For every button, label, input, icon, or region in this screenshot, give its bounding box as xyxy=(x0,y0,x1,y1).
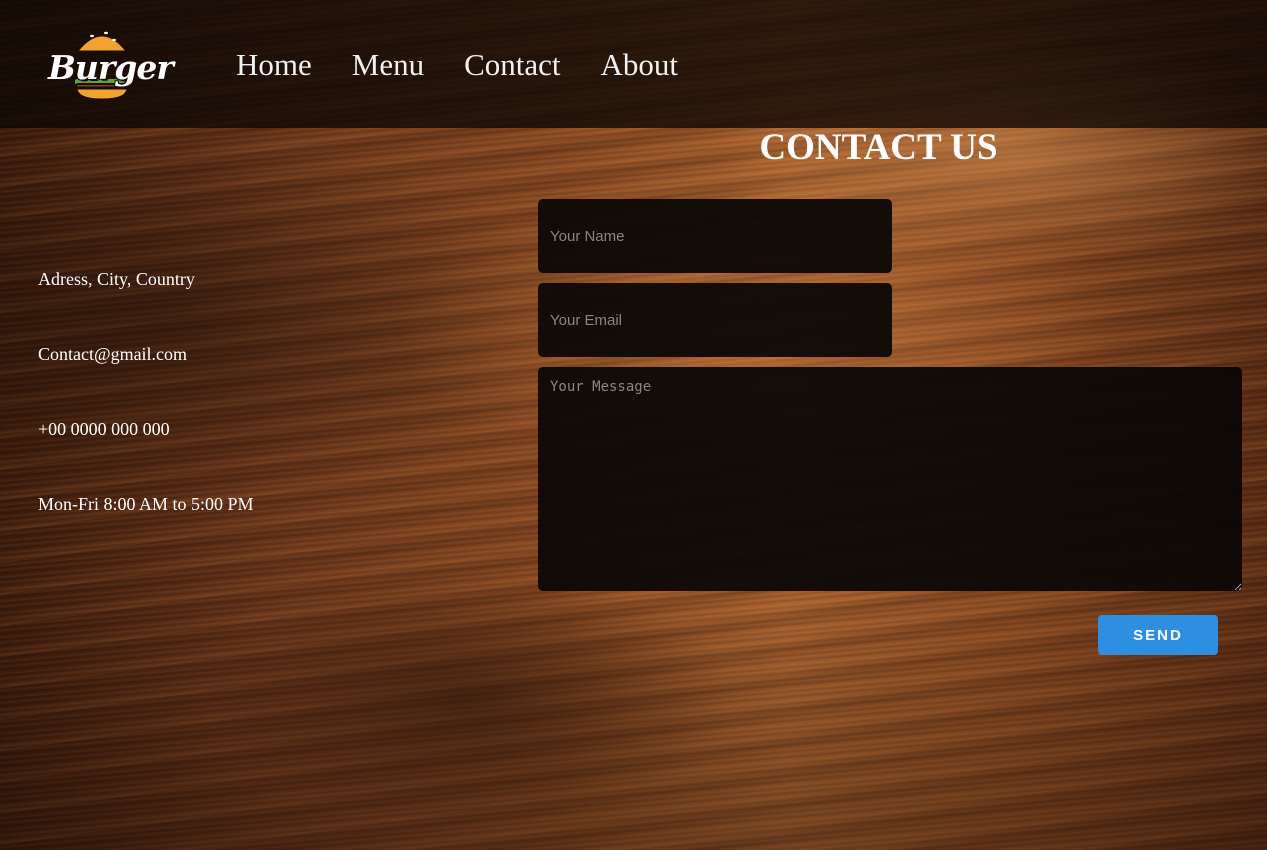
main-nav: Home Menu Contact About xyxy=(236,46,678,84)
nav-link-about[interactable]: About xyxy=(601,46,679,84)
nav-link-home[interactable]: Home xyxy=(236,46,312,84)
message-textarea[interactable] xyxy=(538,367,1242,591)
hours-text: Mon-Fri 8:00 AM to 5:00 PM xyxy=(38,494,254,514)
burger-logo[interactable]: Burger xyxy=(48,22,174,104)
address-text: Adress, City, Country xyxy=(38,269,195,289)
send-button[interactable]: SEND xyxy=(1098,615,1218,655)
page-title-text: CONTACT US xyxy=(759,127,998,168)
nav-link-menu[interactable]: Menu xyxy=(352,46,424,84)
logo-text: Burger xyxy=(48,48,174,87)
navbar: Burger Home Menu Contact About xyxy=(0,0,1267,128)
email-input[interactable] xyxy=(538,283,892,357)
name-input[interactable] xyxy=(538,199,892,273)
nav-link-contact[interactable]: Contact xyxy=(464,46,560,84)
page-title: CONTACT US xyxy=(0,128,1267,168)
phone-text: +00 0000 000 000 xyxy=(38,419,170,439)
contact-info: Adress, City, Country Contact@gmail.com … xyxy=(38,268,254,568)
email-text: Contact@gmail.com xyxy=(38,344,188,364)
